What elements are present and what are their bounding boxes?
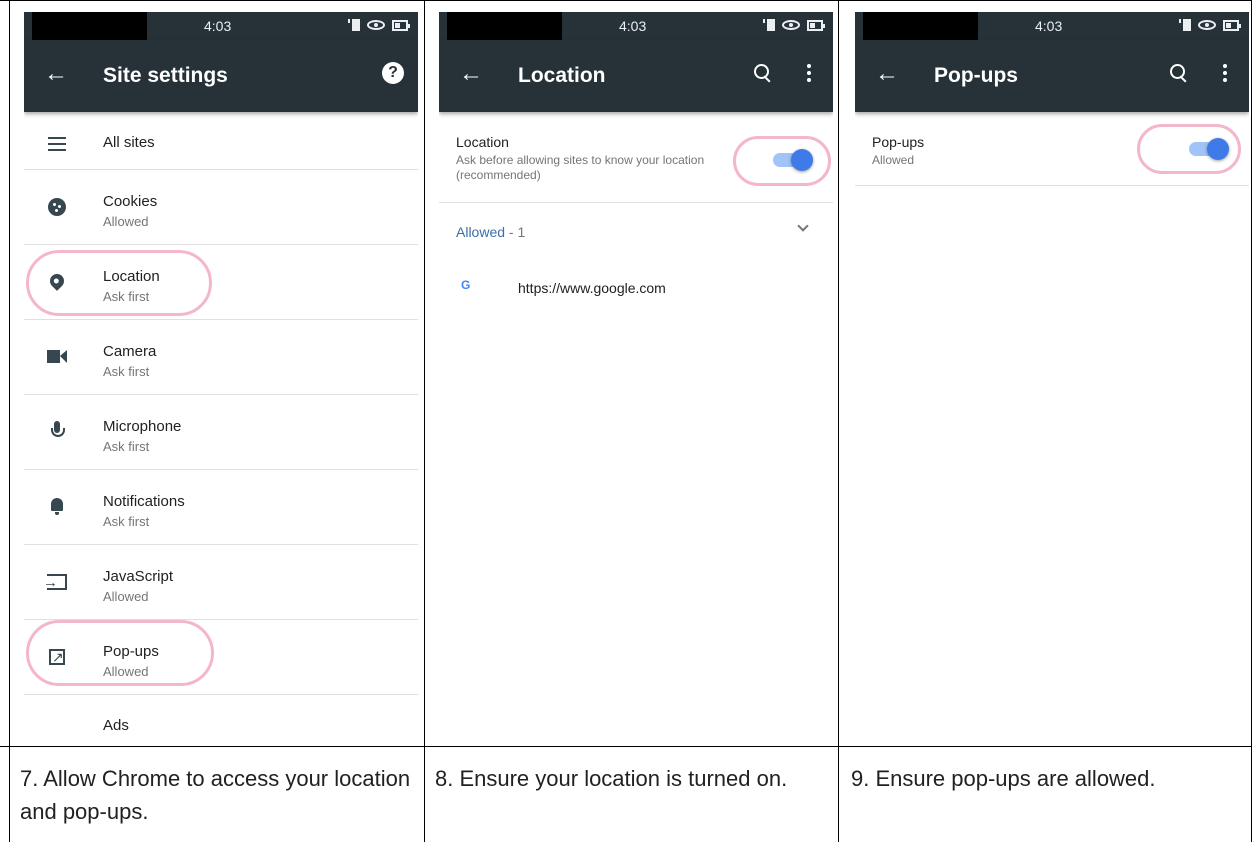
allowed-count: - 1 [505,224,526,240]
list-icon [48,137,66,151]
status-time: 4:03 [204,18,232,34]
list-item-label: Camera [103,343,157,360]
back-arrow-icon[interactable]: ← [459,62,483,86]
status-bar: 4:03 [855,12,1249,40]
vibrate-icon [348,18,360,32]
app-toolbar: ← Site settings ? [24,40,418,112]
list-item-all-sites[interactable]: All sites [24,112,418,170]
list-item-label: Notifications [103,493,185,510]
cookie-icon [48,198,66,216]
allowed-section-header[interactable]: Allowed - 1 [456,224,525,240]
camera-icon [47,350,67,363]
toggle-title: Pop-ups [872,134,925,150]
list-item-microphone[interactable]: Microphone Ask first [24,395,418,470]
list-item-label: All sites [103,134,155,151]
more-vert-icon[interactable] [807,64,811,82]
list-item-status: Allowed [103,214,149,229]
list-item-status: Ask first [103,364,150,379]
highlight-location [26,250,212,316]
status-bar: 4:03 [24,12,418,40]
redacted-block [447,12,562,40]
microphone-icon [50,421,65,443]
battery-icon [392,19,410,31]
page-title: Location [518,64,606,87]
table-border-col2 [838,0,839,842]
vibrate-icon [763,18,775,32]
toggle-description: Ask before allowing sites to know your l… [456,153,705,182]
table-border-top [0,0,1252,1]
more-vert-icon[interactable] [1223,64,1227,82]
redacted-block [863,12,978,40]
eye-icon [782,20,800,30]
status-bar: 4:03 [439,12,833,40]
status-time: 4:03 [1035,18,1063,34]
back-arrow-icon[interactable]: ← [44,62,68,86]
list-item-label: Cookies [103,193,158,210]
site-row-google[interactable]: G https://www.google.com [439,274,833,304]
highlight-popups-switch [1137,124,1241,174]
status-time: 4:03 [619,18,647,34]
battery-icon [1223,19,1241,31]
battery-icon [807,19,825,31]
list-item-cookies[interactable]: Cookies Allowed [24,170,418,245]
help-icon[interactable]: ? [382,62,404,84]
page-title: Site settings [103,64,228,87]
list-item-notifications[interactable]: Notifications Ask first [24,470,418,545]
list-item-label: Microphone [103,418,182,435]
caption-step-9: 9. Ensure pop-ups are allowed. [851,766,1156,791]
google-favicon-icon: G [461,278,471,292]
page-title: Pop-ups [934,64,1018,87]
search-icon[interactable] [753,63,773,83]
javascript-icon [43,572,67,594]
redacted-block [32,12,147,40]
caption-step-8: 8. Ensure your location is turned on. [435,766,788,791]
list-item-label: JavaScript [103,568,174,585]
list-item-camera[interactable]: Camera Ask first [24,320,418,395]
list-item-ads[interactable]: Ads [24,695,418,734]
list-item-status: Ask first [103,514,150,529]
list-item-javascript[interactable]: JavaScript Allowed [24,545,418,620]
table-border-left [9,0,10,842]
back-arrow-icon[interactable]: ← [875,62,899,86]
highlight-location-switch [733,136,831,186]
caption-step-7: 7. Allow Chrome to access your location … [20,766,411,824]
table-border-mid [0,746,1252,747]
screenshot-popups: 4:03 ← Pop-ups Pop-ups Allowed [855,12,1249,734]
search-icon[interactable] [1169,63,1189,83]
screenshot-site-settings: 4:03 ← Site settings ? All sites Cookies… [24,12,418,734]
list-item-status: Allowed [103,589,149,604]
eye-icon [367,20,385,30]
highlight-popups [26,620,214,686]
screenshot-location: 4:03 ← Location Location Ask before allo… [439,12,833,734]
allowed-label: Allowed [456,224,506,240]
site-url: https://www.google.com [518,280,666,296]
toggle-description: Allowed [872,153,915,167]
list-item-label: Ads [103,717,129,734]
bell-icon [49,496,65,516]
vibrate-icon [1179,18,1191,32]
app-toolbar: ← Location [439,40,833,112]
toggle-title: Location [456,134,509,150]
list-item-status: Ask first [103,439,150,454]
app-toolbar: ← Pop-ups [855,40,1249,112]
table-border-col1 [424,0,425,842]
chevron-down-icon[interactable] [797,220,809,232]
eye-icon [1198,20,1216,30]
